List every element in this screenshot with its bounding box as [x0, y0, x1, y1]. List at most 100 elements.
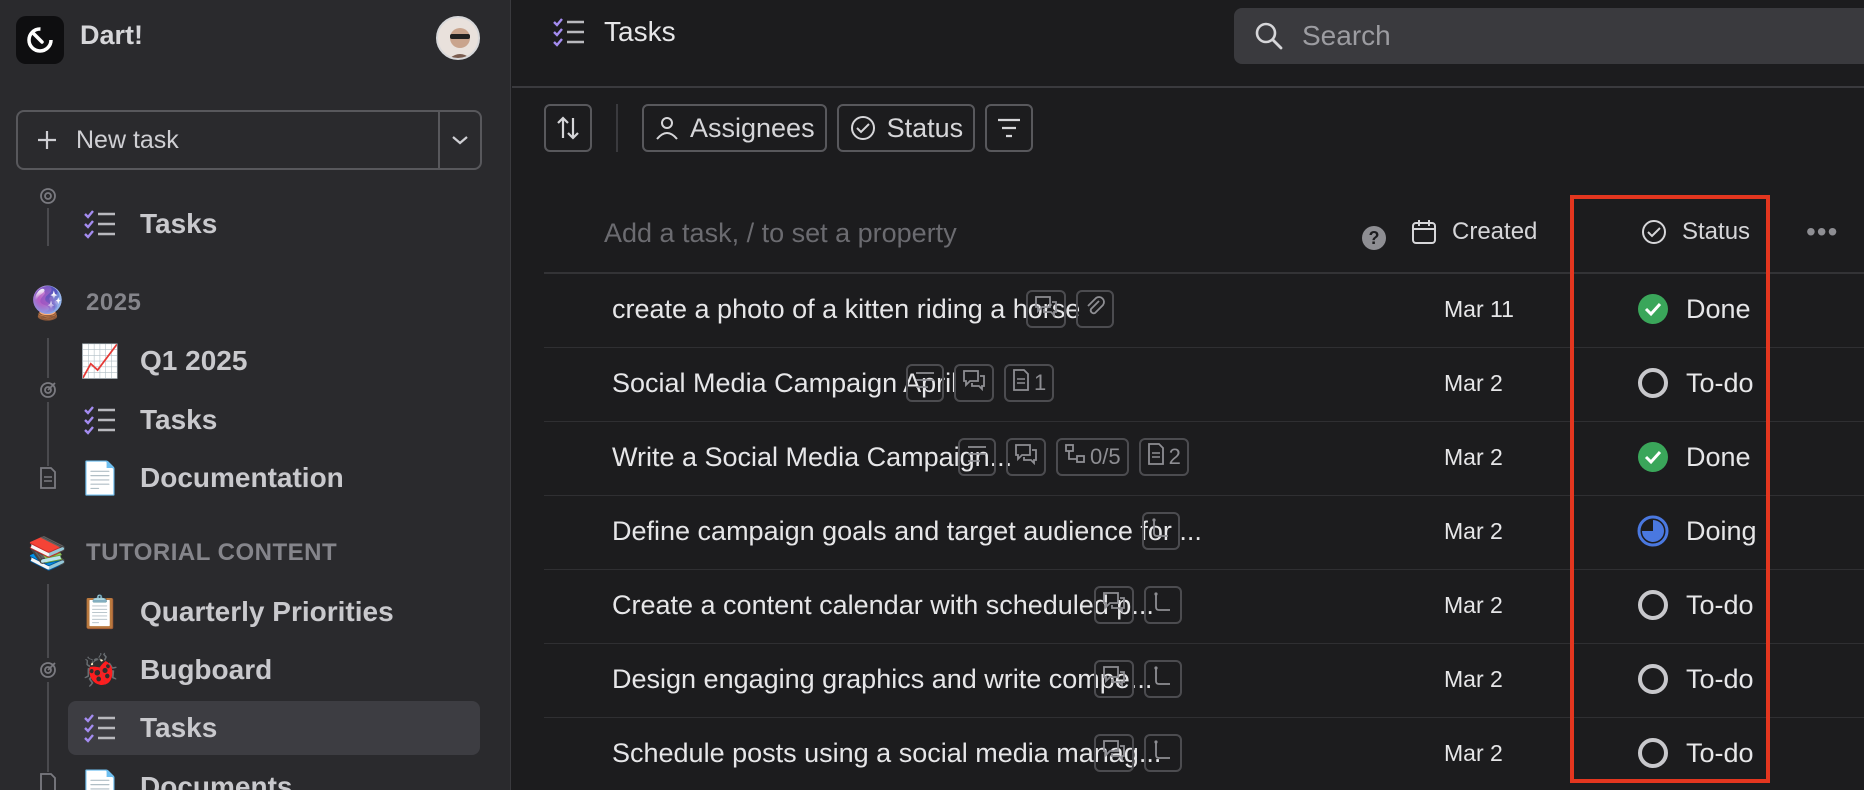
- sidebar-item-bugboard[interactable]: 🐞 Bugboard: [68, 643, 480, 697]
- status-cell[interactable]: To-do: [1636, 366, 1754, 400]
- status-cell[interactable]: Done: [1636, 292, 1751, 326]
- main-content: Tasks Search Assignees Status Add a task…: [512, 0, 1864, 790]
- table-row[interactable]: Write a Social Media Campaign... 0/5 2 Mar …: [544, 422, 1864, 496]
- add-task-input[interactable]: Add a task, / to set a property: [604, 218, 957, 249]
- created-date: Mar 2: [1444, 666, 1503, 692]
- plus-icon: [38, 131, 56, 149]
- subtask-icon: [1152, 665, 1174, 693]
- avatar-image: [450, 28, 470, 58]
- task-badges: [1094, 734, 1182, 772]
- subtask-badge[interactable]: [1142, 512, 1180, 550]
- comments-badge[interactable]: [1094, 586, 1134, 624]
- comments-badge[interactable]: [1094, 660, 1134, 698]
- subtask-badge[interactable]: [1144, 586, 1182, 624]
- comments-icon: [1102, 739, 1126, 767]
- task-title[interactable]: create a photo of a kitten riding a hors…: [612, 294, 1080, 325]
- section-2025[interactable]: 🔮 2025: [28, 281, 141, 325]
- comments-badge[interactable]: [954, 364, 994, 402]
- task-title[interactable]: Create a content calendar with scheduled…: [612, 590, 1154, 621]
- doc-small-icon: [36, 772, 60, 790]
- task-title[interactable]: Write a Social Media Campaign...: [612, 442, 1012, 473]
- goal-icon: [36, 378, 60, 402]
- status-cell[interactable]: To-do: [1636, 736, 1754, 770]
- sidebar-item-quarterly-priorities[interactable]: 📋 Quarterly Priorities: [68, 585, 480, 639]
- description-badge[interactable]: [906, 364, 944, 402]
- new-task-button[interactable]: New task: [18, 112, 440, 168]
- sort-button[interactable]: [544, 104, 592, 152]
- tree-line: [47, 338, 49, 478]
- goal-icon: [36, 184, 60, 208]
- search-icon: [1255, 22, 1283, 50]
- doc-icon: [1147, 443, 1165, 471]
- tree-line: [47, 584, 49, 790]
- search-input[interactable]: Search: [1234, 8, 1864, 64]
- created-date: Mar 2: [1444, 740, 1503, 766]
- chart-increasing-icon: 📈: [80, 343, 120, 379]
- task-badges: [1142, 512, 1180, 550]
- calendar-icon: [1412, 220, 1436, 244]
- table-row[interactable]: Create a content calendar with scheduled…: [544, 570, 1864, 644]
- sidebar: Dart! New task Tasks 🔮 2025 📈 Q1 2025 Ta…: [0, 0, 511, 790]
- section-tutorial-content[interactable]: 📚 TUTORIAL CONTENT: [28, 531, 337, 575]
- status-todo-icon: [1636, 588, 1670, 622]
- sidebar-item-tasks-selected[interactable]: Tasks: [68, 701, 480, 755]
- assignees-filter-button[interactable]: Assignees: [642, 104, 827, 152]
- filter-button[interactable]: [985, 104, 1034, 152]
- status-cell[interactable]: To-do: [1636, 588, 1754, 622]
- subtask-badge[interactable]: [1144, 660, 1182, 698]
- task-title[interactable]: Design engaging graphics and write compe…: [612, 664, 1152, 695]
- avatar[interactable]: [436, 16, 480, 60]
- sidebar-item-documentation[interactable]: 📄 Documentation: [68, 451, 480, 505]
- doc-icon: [1012, 369, 1030, 397]
- table-row[interactable]: Design engaging graphics and write compe…: [544, 644, 1864, 718]
- subtask-icon: [1150, 517, 1172, 545]
- app-logo[interactable]: [16, 16, 64, 64]
- more-options-icon[interactable]: •••: [1806, 216, 1838, 248]
- tasks-icon: [553, 18, 584, 47]
- tasks-icon: [80, 400, 120, 440]
- help-icon[interactable]: ?: [1362, 226, 1386, 250]
- status-cell[interactable]: Doing: [1636, 514, 1757, 548]
- task-badges: 0/5 2: [958, 438, 1189, 476]
- task-badges: [1094, 586, 1182, 624]
- new-task-dropdown-button[interactable]: [440, 112, 480, 168]
- comments-icon: [1102, 591, 1126, 619]
- sidebar-item-label: Q1 2025: [140, 345, 248, 376]
- comments-badge[interactable]: [1006, 438, 1046, 476]
- task-badges: 1: [906, 364, 1055, 402]
- chevron-down-icon: [452, 136, 468, 145]
- column-header-status[interactable]: Status: [1640, 218, 1750, 246]
- task-title[interactable]: Define campaign goals and target audienc…: [612, 516, 1202, 547]
- subtasks-badge[interactable]: 0/5: [1056, 438, 1129, 476]
- column-header-created[interactable]: Created: [1410, 218, 1537, 246]
- sidebar-item-documents[interactable]: 📄 Documents: [68, 760, 480, 790]
- comments-badge[interactable]: [1094, 734, 1134, 772]
- description-badge[interactable]: [958, 438, 996, 476]
- badge-count: 1: [1034, 370, 1047, 395]
- doc-small-icon: [36, 466, 60, 490]
- table-row[interactable]: create a photo of a kitten riding a hors…: [544, 274, 1864, 348]
- table-row[interactable]: Schedule posts using a social media mana…: [544, 718, 1864, 790]
- doc-badge[interactable]: 1: [1004, 364, 1055, 402]
- sidebar-item-q1-2025[interactable]: 📈 Q1 2025: [68, 334, 480, 388]
- document-icon: 📄: [80, 769, 120, 790]
- table-row[interactable]: Social Media Campaign April 1 Mar 2 To-do: [544, 348, 1864, 422]
- sidebar-item-tasks[interactable]: Tasks: [68, 197, 480, 251]
- description-icon: [966, 444, 988, 470]
- attachment-badge[interactable]: [1076, 290, 1114, 328]
- table-row[interactable]: Define campaign goals and target audienc…: [544, 496, 1864, 570]
- doc-badge[interactable]: 2: [1138, 438, 1189, 476]
- comments-badge[interactable]: [1026, 290, 1066, 328]
- sidebar-item-tasks[interactable]: Tasks: [68, 393, 480, 447]
- status-cell[interactable]: To-do: [1636, 662, 1754, 696]
- subtask-badge[interactable]: [1144, 734, 1182, 772]
- comments-icon: [1014, 443, 1038, 471]
- subtask-icon: [1152, 739, 1174, 767]
- status-label: Done: [1686, 293, 1751, 324]
- status-filter-button[interactable]: Status: [836, 104, 976, 152]
- task-title[interactable]: Schedule posts using a social media mana…: [612, 738, 1161, 769]
- tasks-icon: [80, 708, 120, 748]
- status-label: Status: [886, 112, 964, 143]
- document-icon: 📄: [80, 460, 120, 496]
- status-cell[interactable]: Done: [1636, 440, 1751, 474]
